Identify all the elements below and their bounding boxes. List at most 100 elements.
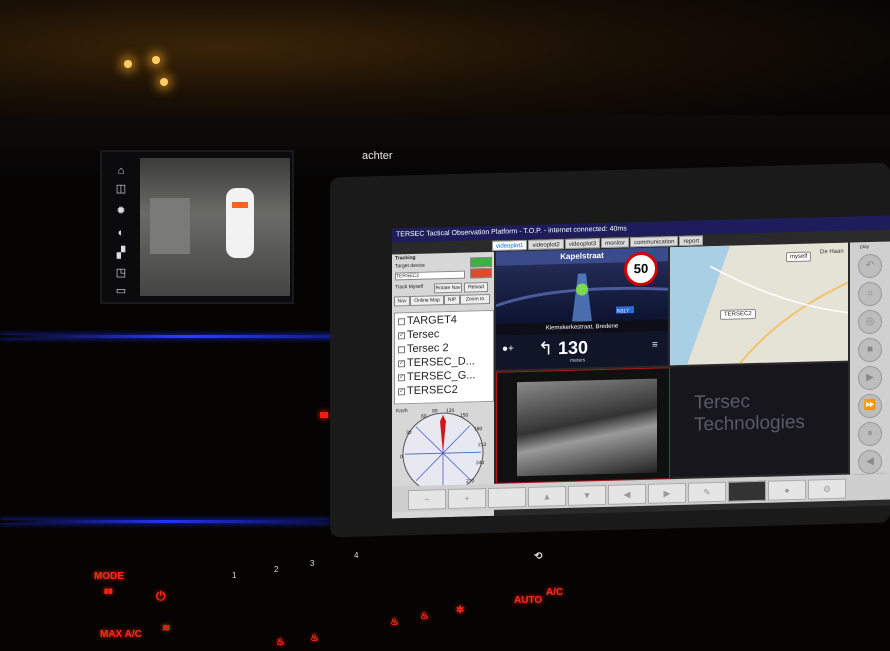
play-icon[interactable]: ▶	[858, 365, 882, 391]
toolbar-button[interactable]	[488, 487, 526, 509]
tab-videoplot2[interactable]: videoplot2	[528, 239, 564, 250]
left-arrow-icon[interactable]: ◀	[608, 483, 646, 505]
sun-icon[interactable]: ✹	[110, 204, 132, 218]
tab-videoplot1[interactable]: videoplot1	[492, 239, 528, 251]
list-item[interactable]: ✓ TERSEC2	[398, 384, 458, 398]
map-label-target[interactable]: TERSEC2	[720, 308, 756, 320]
start-button[interactable]	[470, 256, 492, 268]
map-label-myself[interactable]: myself	[786, 251, 812, 263]
distance-unit: meters	[570, 357, 586, 364]
max-ac-button[interactable]: MAX A/C	[100, 629, 142, 640]
ambient-light-strip	[0, 335, 370, 338]
down-arrow-icon[interactable]: ▼	[568, 484, 606, 506]
nip-button[interactable]: NIP	[444, 294, 460, 306]
checkbox-checked[interactable]: ✓	[398, 331, 405, 339]
tick-label: 240	[476, 460, 485, 466]
ac-button[interactable]: A/C	[546, 587, 563, 598]
map-roads	[709, 265, 848, 365]
rewind-icon[interactable]: ◀	[858, 449, 882, 475]
target-name: TERSEC2	[407, 383, 458, 398]
home-icon[interactable]: ⌂	[110, 164, 132, 178]
track-myself-checkbox[interactable]: Track Myself	[395, 284, 423, 291]
logo-panel: Tersec Technologies	[670, 362, 848, 478]
street-light	[152, 56, 160, 64]
reload-button[interactable]: Reload	[464, 282, 488, 293]
settings-icon[interactable]: ⚙	[808, 478, 846, 500]
toolbar-button-dark[interactable]	[728, 480, 766, 502]
camera-label: achter	[362, 150, 393, 162]
stop-button[interactable]	[470, 267, 492, 279]
tab-report[interactable]: report	[679, 235, 704, 246]
checkbox-checked[interactable]: ✓	[398, 373, 405, 381]
fan-icon[interactable]: ⩩⩩	[104, 587, 113, 597]
navigation-panel: N317 Kapelstraat 50 Kiemskerkestraat, Br…	[495, 247, 669, 370]
menu-icon[interactable]: ≡	[652, 340, 658, 351]
list-item[interactable]: ✓ TERSEC_D...	[398, 355, 475, 369]
pause-icon[interactable]: ⏸	[858, 421, 882, 447]
fan-level-label: 3	[310, 559, 315, 568]
checkbox-checked[interactable]: ✓	[398, 387, 405, 395]
list-item[interactable]: TARGET4	[398, 314, 457, 328]
zoom-to-button[interactable]: Zoom to	[460, 293, 490, 305]
checkbox-checked[interactable]: ✓	[398, 359, 405, 367]
tick-label: 30	[406, 430, 412, 436]
street-light	[124, 60, 132, 68]
parking-sensor-icon[interactable]: ▞	[110, 246, 132, 260]
tab-monitor[interactable]: monitor	[601, 237, 630, 249]
circle-button-icon[interactable]: ○	[858, 281, 882, 307]
logo-line-2: Technologies	[694, 411, 805, 436]
add-waypoint-icon[interactable]: ●+	[502, 343, 514, 354]
car-icon	[226, 188, 254, 258]
warning-light	[320, 412, 328, 418]
logo-line-1: Tersec	[694, 391, 750, 414]
seat-heat-icon[interactable]: ♨	[390, 617, 399, 628]
fan-icon[interactable]: ✲	[456, 605, 464, 616]
recirculation-icon[interactable]: ⟲	[534, 551, 542, 562]
record-button-icon[interactable]: ●	[768, 479, 806, 501]
right-arrow-icon[interactable]: ▶	[648, 482, 686, 504]
turn-distance: 130	[558, 337, 589, 359]
online-map-button[interactable]: Online Map	[410, 295, 444, 307]
up-arrow-icon[interactable]: ▲	[528, 485, 566, 507]
undo-icon[interactable]: ↶	[858, 253, 882, 279]
record-icon[interactable]: ◎	[858, 309, 882, 335]
target-name: TERSEC_G...	[407, 369, 476, 384]
mode-button[interactable]: MODE	[94, 571, 124, 582]
nav-button[interactable]: Nav	[394, 296, 410, 307]
auto-button[interactable]: AUTO	[514, 595, 542, 606]
map-panel: myself TERSEC2 De Haan	[670, 242, 848, 366]
checkbox[interactable]	[398, 345, 405, 353]
zoom-out-icon[interactable]: −	[408, 489, 446, 511]
fan-level-label: 4	[354, 551, 359, 560]
power-icon[interactable]: ⏻	[156, 589, 166, 604]
street-light	[160, 78, 168, 86]
forward-icon[interactable]: ⏩	[858, 393, 882, 419]
contrast-icon[interactable]: ◐	[110, 226, 132, 240]
stop-icon[interactable]: ■	[858, 337, 882, 363]
list-item[interactable]: ✓ Tersec	[398, 328, 439, 341]
defrost-icon[interactable]: ≋	[162, 623, 170, 634]
tracking-header: Tracking	[395, 254, 416, 262]
tick-label: 60	[421, 414, 427, 420]
seat-heat-icon[interactable]: ♨	[310, 633, 319, 644]
checkbox[interactable]	[398, 317, 405, 325]
target-name: TERSEC_D...	[407, 355, 475, 370]
camera-view-icon[interactable]: ◫	[110, 182, 132, 196]
seat-heat-icon[interactable]: ♨	[420, 611, 429, 622]
edit-icon[interactable]: ✎	[688, 481, 726, 503]
camera-icon[interactable]: ◳	[110, 266, 132, 280]
tab-communication[interactable]: communication	[630, 236, 679, 248]
list-item[interactable]: ✓ TERSEC_G...	[398, 369, 475, 383]
rotate-nav-button[interactable]: Rotate Nav	[434, 282, 462, 294]
zoom-in-icon[interactable]: +	[448, 488, 486, 510]
list-item[interactable]: Tersec 2	[398, 342, 449, 355]
tab-videoplot3[interactable]: videoplot3	[564, 238, 601, 249]
trailer-icon[interactable]: ▭	[110, 284, 132, 298]
tick-label: 90	[432, 408, 438, 414]
tick-label: 210	[478, 442, 487, 448]
target-list: TARGET4 ✓ Tersec Tersec 2 ✓ TERSEC_D... ✓ T…	[394, 309, 494, 405]
playback-sidebar: play ↶ ○ ◎ ■ ▶ ⏩ ⏸ ◀	[850, 241, 890, 475]
seat-heat-icon[interactable]: ♨	[276, 637, 285, 648]
target-device-select[interactable]: TERSEC2	[395, 270, 465, 281]
nav-instruction-bar: ●+ ↰ 130 meters ≡	[496, 331, 668, 370]
